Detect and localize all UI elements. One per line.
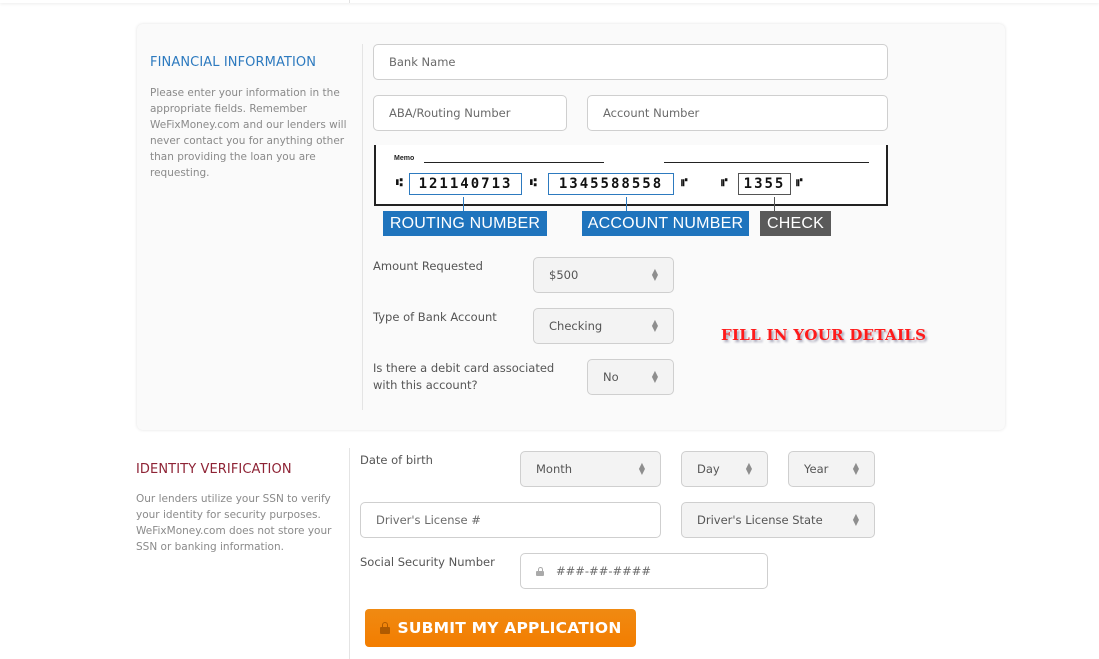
memo-label: Memo	[394, 155, 415, 162]
divider	[349, 0, 350, 3]
check-number-label: CHECK	[760, 211, 831, 236]
select-arrows-icon: ▲ ▼	[651, 369, 659, 384]
date-of-birth-label: Date of birth	[360, 453, 433, 467]
onus-symbol: ⑈	[721, 176, 728, 189]
transit-symbol: ⑆	[396, 176, 403, 189]
birth-day-select[interactable]: Day ▲ ▼	[681, 451, 768, 487]
check-digits: 1355	[738, 173, 791, 195]
submit-application-button[interactable]: SUBMIT MY APPLICATION	[365, 609, 636, 647]
lock-icon	[379, 622, 390, 634]
account-type-value: Checking	[549, 319, 603, 333]
select-arrows-icon: ▲ ▼	[852, 512, 860, 527]
debit-card-select[interactable]: No ▲ ▼	[587, 359, 674, 395]
routing-digits: 121140713	[409, 173, 522, 195]
select-arrows-icon: ▲ ▼	[638, 461, 646, 476]
divider	[349, 448, 350, 659]
onus-symbol: ⑈	[796, 176, 803, 189]
birth-month-value: Month	[536, 462, 573, 476]
debit-card-value: No	[603, 370, 619, 384]
account-type-select[interactable]: Checking ▲ ▼	[533, 308, 674, 344]
onus-symbol: ⑈	[681, 176, 688, 189]
birth-month-select[interactable]: Month ▲ ▼	[520, 451, 661, 487]
account-number-input[interactable]	[587, 95, 888, 131]
ssn-input[interactable]: ###-##-####	[520, 553, 768, 589]
ssn-label: Social Security Number	[360, 555, 495, 569]
select-arrows-icon: ▲ ▼	[651, 318, 659, 333]
birth-year-select[interactable]: Year ▲ ▼	[788, 451, 875, 487]
drivers-license-state-select[interactable]: Driver's License State ▲ ▼	[681, 502, 875, 538]
account-type-label: Type of Bank Account	[373, 310, 497, 324]
identity-verification-description: Our lenders utilize your SSN to verify y…	[136, 493, 332, 553]
routing-number-input[interactable]	[373, 95, 567, 131]
amount-requested-value: $500	[549, 268, 579, 282]
birth-year-value: Year	[804, 462, 829, 476]
account-number-label: ACCOUNT NUMBER	[582, 211, 749, 236]
promo-text: FILL IN YOUR DETAILS	[721, 326, 927, 344]
financial-info-title: FINANCIAL INFORMATION	[150, 55, 317, 70]
check-illustration: Memo ⑆ 121140713 ⑆ 1345588558 ⑈ ⑈ 1355 ⑈…	[374, 145, 888, 237]
amount-requested-select[interactable]: $500 ▲ ▼	[533, 257, 674, 293]
signature-line	[664, 162, 869, 163]
drivers-license-input[interactable]	[360, 502, 661, 538]
divider	[362, 44, 363, 410]
identity-verification-title: IDENTITY VERIFICATION	[136, 462, 292, 477]
memo-line	[424, 162, 604, 163]
check-body: Memo ⑆ 121140713 ⑆ 1345588558 ⑈ ⑈ 1355 ⑈	[374, 145, 888, 206]
drivers-license-state-value: Driver's License State	[697, 513, 823, 527]
submit-label: SUBMIT MY APPLICATION	[397, 619, 622, 637]
transit-symbol: ⑆	[530, 176, 537, 189]
financial-info-description: Please enter your information in the app…	[150, 87, 347, 179]
birth-day-value: Day	[697, 462, 720, 476]
lock-icon	[536, 566, 544, 576]
routing-number-label: ROUTING NUMBER	[383, 211, 547, 236]
account-digits: 1345588558	[548, 173, 674, 195]
previous-section-edge	[0, 0, 1099, 3]
select-arrows-icon: ▲ ▼	[651, 267, 659, 282]
account-connector	[626, 197, 627, 211]
ssn-placeholder: ###-##-####	[556, 564, 652, 578]
amount-requested-label: Amount Requested	[373, 259, 483, 273]
select-arrows-icon: ▲ ▼	[852, 461, 860, 476]
debit-card-label: Is there a debit card associated with th…	[373, 361, 555, 392]
check-connector	[774, 197, 775, 211]
routing-connector	[463, 197, 464, 211]
select-arrows-icon: ▲ ▼	[745, 461, 753, 476]
bank-name-input[interactable]	[373, 44, 888, 80]
